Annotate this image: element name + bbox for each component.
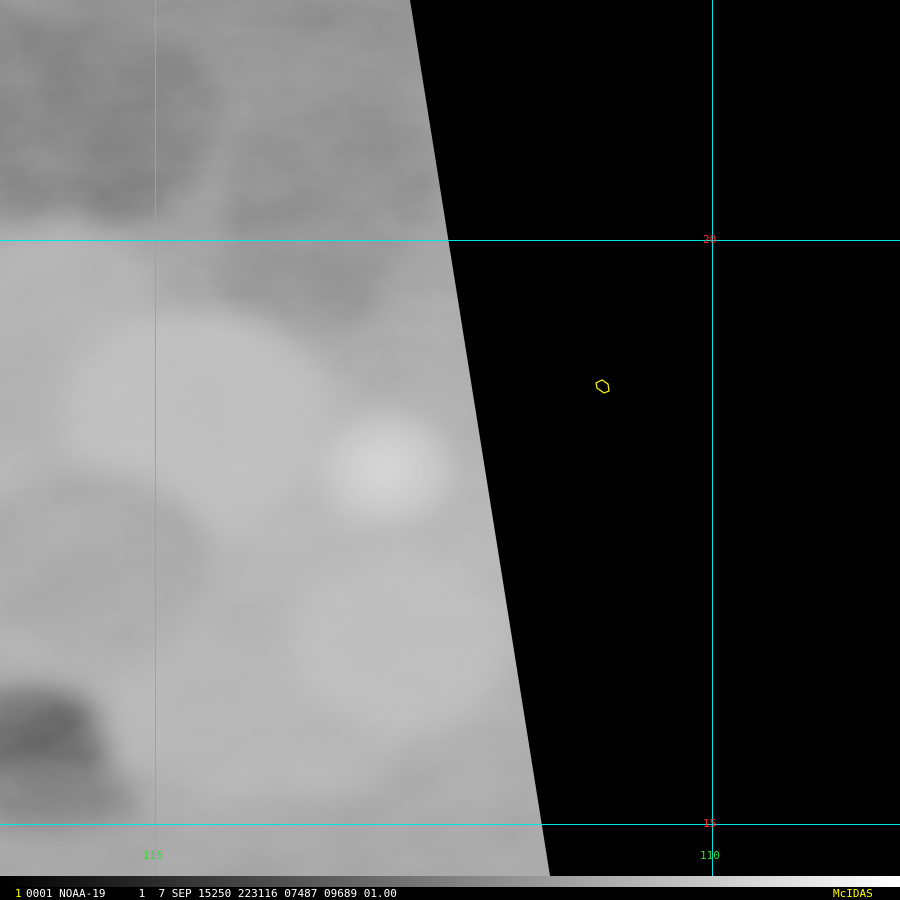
latitude-label-15: 15 <box>703 817 717 830</box>
image-info-text: 0001 NOAA-19 1 7 SEP 15250 223116 07487 … <box>26 887 397 900</box>
grayscale-ramp <box>0 876 900 887</box>
longitude-label-110: 110 <box>700 849 720 862</box>
satellite-view: 20 15 115 110 1 0001 NOAA-19 1 7 SEP 152… <box>0 0 900 900</box>
mcidas-brand-label: McIDAS <box>833 887 873 900</box>
latitude-label-20: 20 <box>703 233 717 246</box>
frame-number: 1 <box>15 887 22 900</box>
satellite-imagery <box>0 0 900 876</box>
status-text-row: 1 0001 NOAA-19 1 7 SEP 15250 223116 0748… <box>0 887 900 900</box>
longitude-label-115: 115 <box>143 849 163 862</box>
status-bar: 1 0001 NOAA-19 1 7 SEP 15250 223116 0748… <box>0 876 900 900</box>
